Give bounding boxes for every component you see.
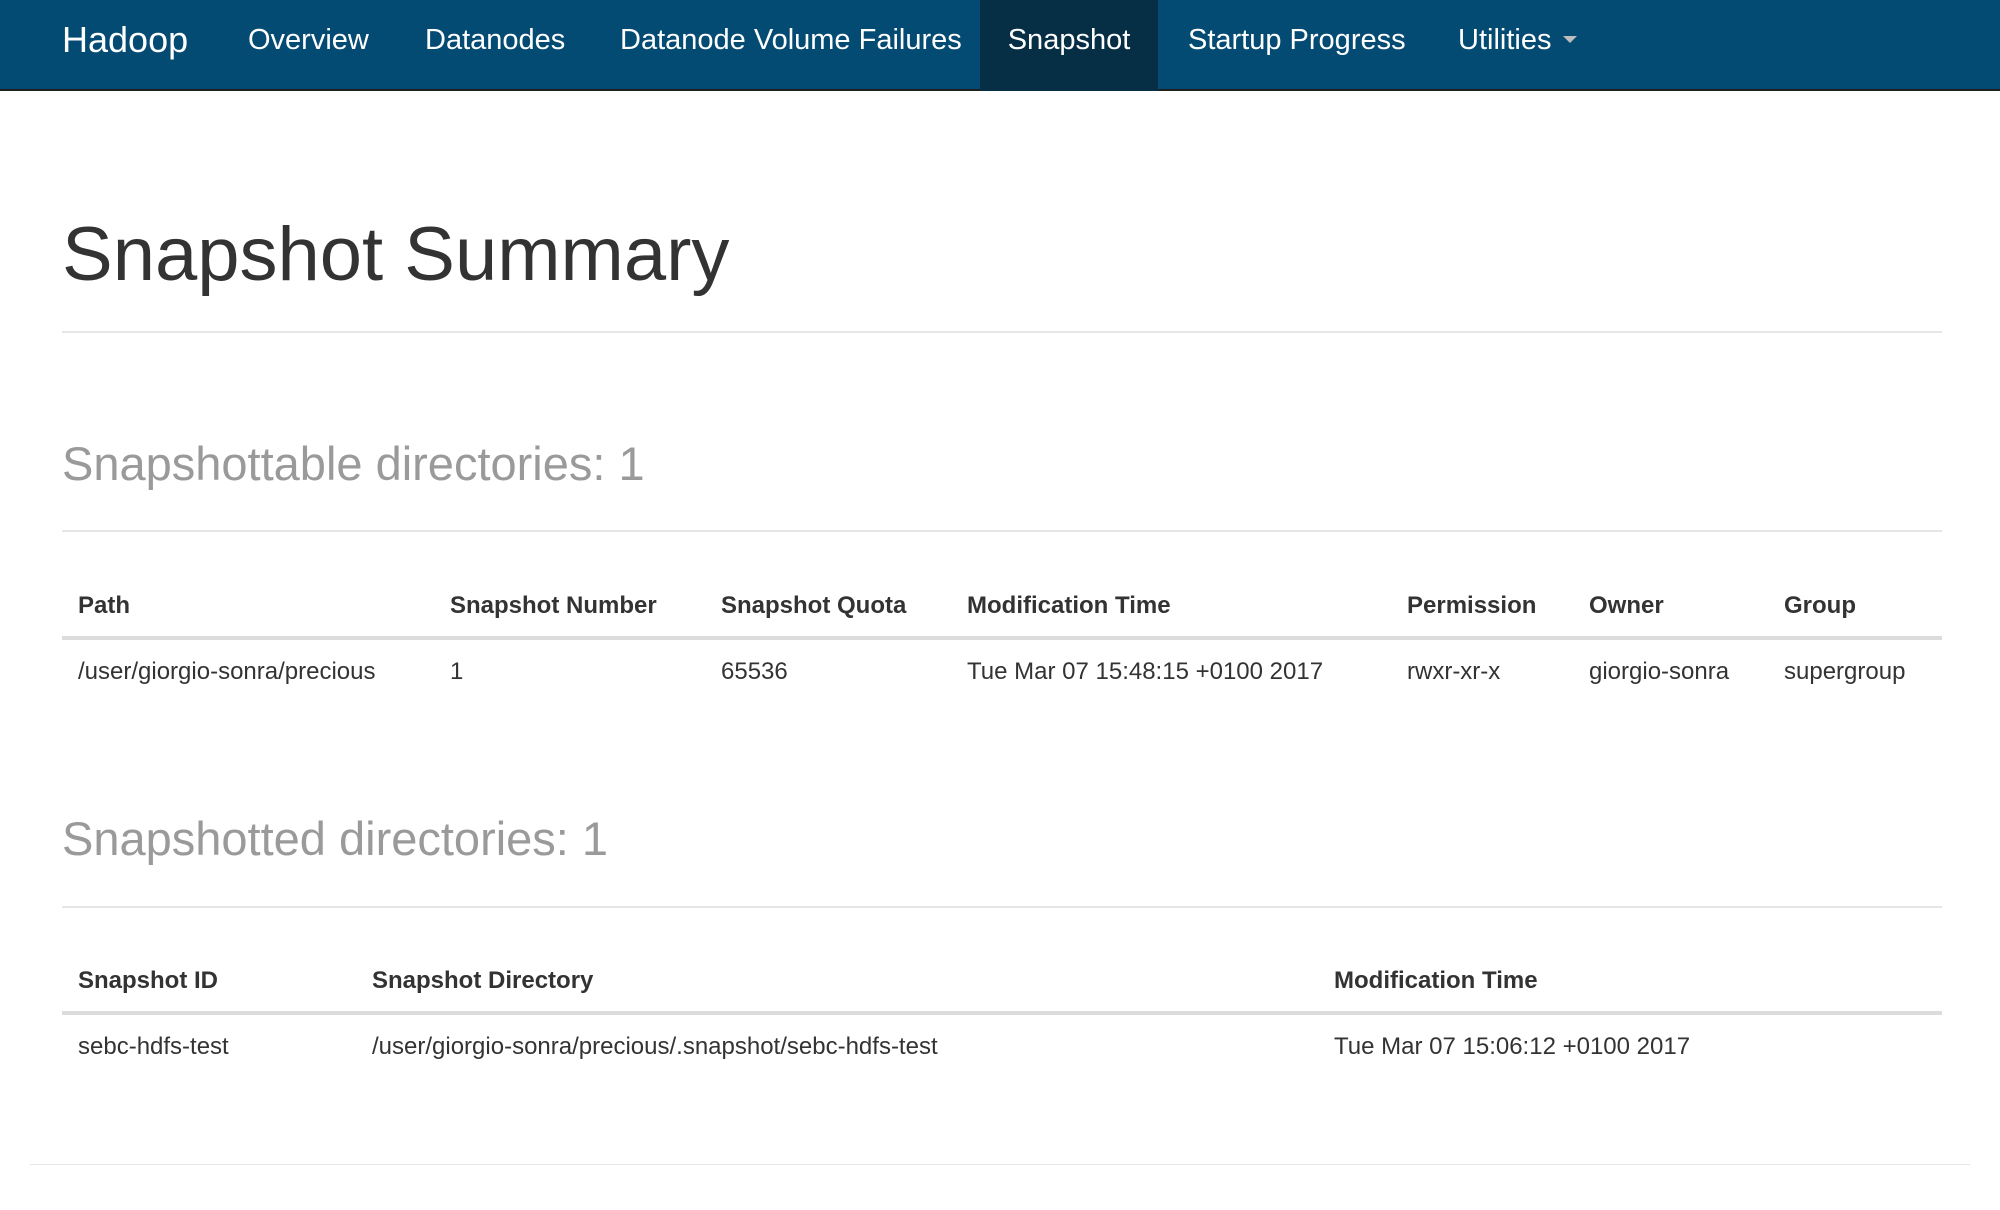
cell-snapshot-id: sebc-hdfs-test	[78, 1033, 229, 1060]
table-row: sebc-hdfs-test /user/giorgio-sonra/preci…	[62, 1015, 1942, 1085]
column-header-permission: Permission	[1407, 592, 1537, 619]
table-header-row: Path Snapshot Number Snapshot Quota Modi…	[62, 564, 1942, 640]
nav-overview[interactable]: Overview	[228, 0, 389, 91]
brand-link[interactable]: Hadoop	[62, 0, 188, 91]
snapshotted-divider	[62, 906, 1942, 908]
cell-path: /user/giorgio-sonra/precious	[78, 658, 376, 685]
table-header-row: Snapshot ID Snapshot Directory Modificat…	[62, 939, 1942, 1015]
footer-divider	[30, 1164, 1970, 1165]
cell-group: supergroup	[1784, 658, 1906, 685]
nav-utilities-label: Utilities	[1458, 24, 1552, 56]
column-header-path: Path	[78, 592, 131, 619]
nav-datanodes-label: Datanodes	[425, 24, 566, 56]
title-divider	[62, 331, 1942, 333]
nav-datanode-volume-failures[interactable]: Datanode Volume Failures	[600, 0, 982, 91]
column-header-group: Group	[1784, 592, 1856, 619]
column-header-modification-time: Modification Time	[1334, 967, 1538, 994]
snapshottable-divider	[62, 530, 1942, 532]
nav-datanode-volume-failures-label: Datanode Volume Failures	[620, 24, 962, 56]
cell-modification-time: Tue Mar 07 15:48:15 +0100 2017	[967, 658, 1324, 685]
cell-owner: giorgio-sonra	[1589, 658, 1730, 685]
cell-snapshot-directory: /user/giorgio-sonra/precious/.snapshot/s…	[372, 1033, 938, 1060]
chevron-down-icon	[1563, 35, 1578, 43]
column-header-owner: Owner	[1589, 592, 1664, 619]
nav-startup-progress[interactable]: Startup Progress	[1168, 0, 1426, 91]
column-header-snapshot-id: Snapshot ID	[78, 967, 219, 994]
snapshotted-table: Snapshot ID Snapshot Directory Modificat…	[62, 939, 1942, 1085]
nav-datanodes[interactable]: Datanodes	[405, 0, 585, 91]
nav-startup-progress-label: Startup Progress	[1188, 24, 1406, 56]
top-navbar: Hadoop Overview Datanodes Datanode Volum…	[0, 0, 2000, 91]
cell-modification-time: Tue Mar 07 15:06:12 +0100 2017	[1334, 1033, 1691, 1060]
cell-snapshot-quota: 65536	[721, 658, 788, 685]
cell-permission: rwxr-xr-x	[1407, 658, 1501, 685]
nav-utilities[interactable]: Utilities	[1438, 0, 1597, 91]
nav-snapshot-label: Snapshot	[1007, 24, 1131, 56]
table-row: /user/giorgio-sonra/precious 1 65536 Tue…	[62, 640, 1942, 710]
column-header-snapshot-number: Snapshot Number	[450, 592, 657, 619]
nav-snapshot[interactable]: Snapshot	[980, 0, 1158, 91]
snapshottable-heading: Snapshottable directories: 1	[62, 437, 645, 490]
snapshottable-table: Path Snapshot Number Snapshot Quota Modi…	[62, 564, 1942, 710]
column-header-snapshot-directory: Snapshot Directory	[372, 967, 594, 994]
cell-snapshot-number: 1	[450, 658, 464, 685]
page-title: Snapshot Summary	[62, 212, 730, 297]
column-header-modification-time: Modification Time	[967, 592, 1171, 619]
nav-overview-label: Overview	[248, 24, 369, 56]
column-header-snapshot-quota: Snapshot Quota	[721, 592, 907, 619]
snapshotted-heading: Snapshotted directories: 1	[62, 812, 609, 865]
